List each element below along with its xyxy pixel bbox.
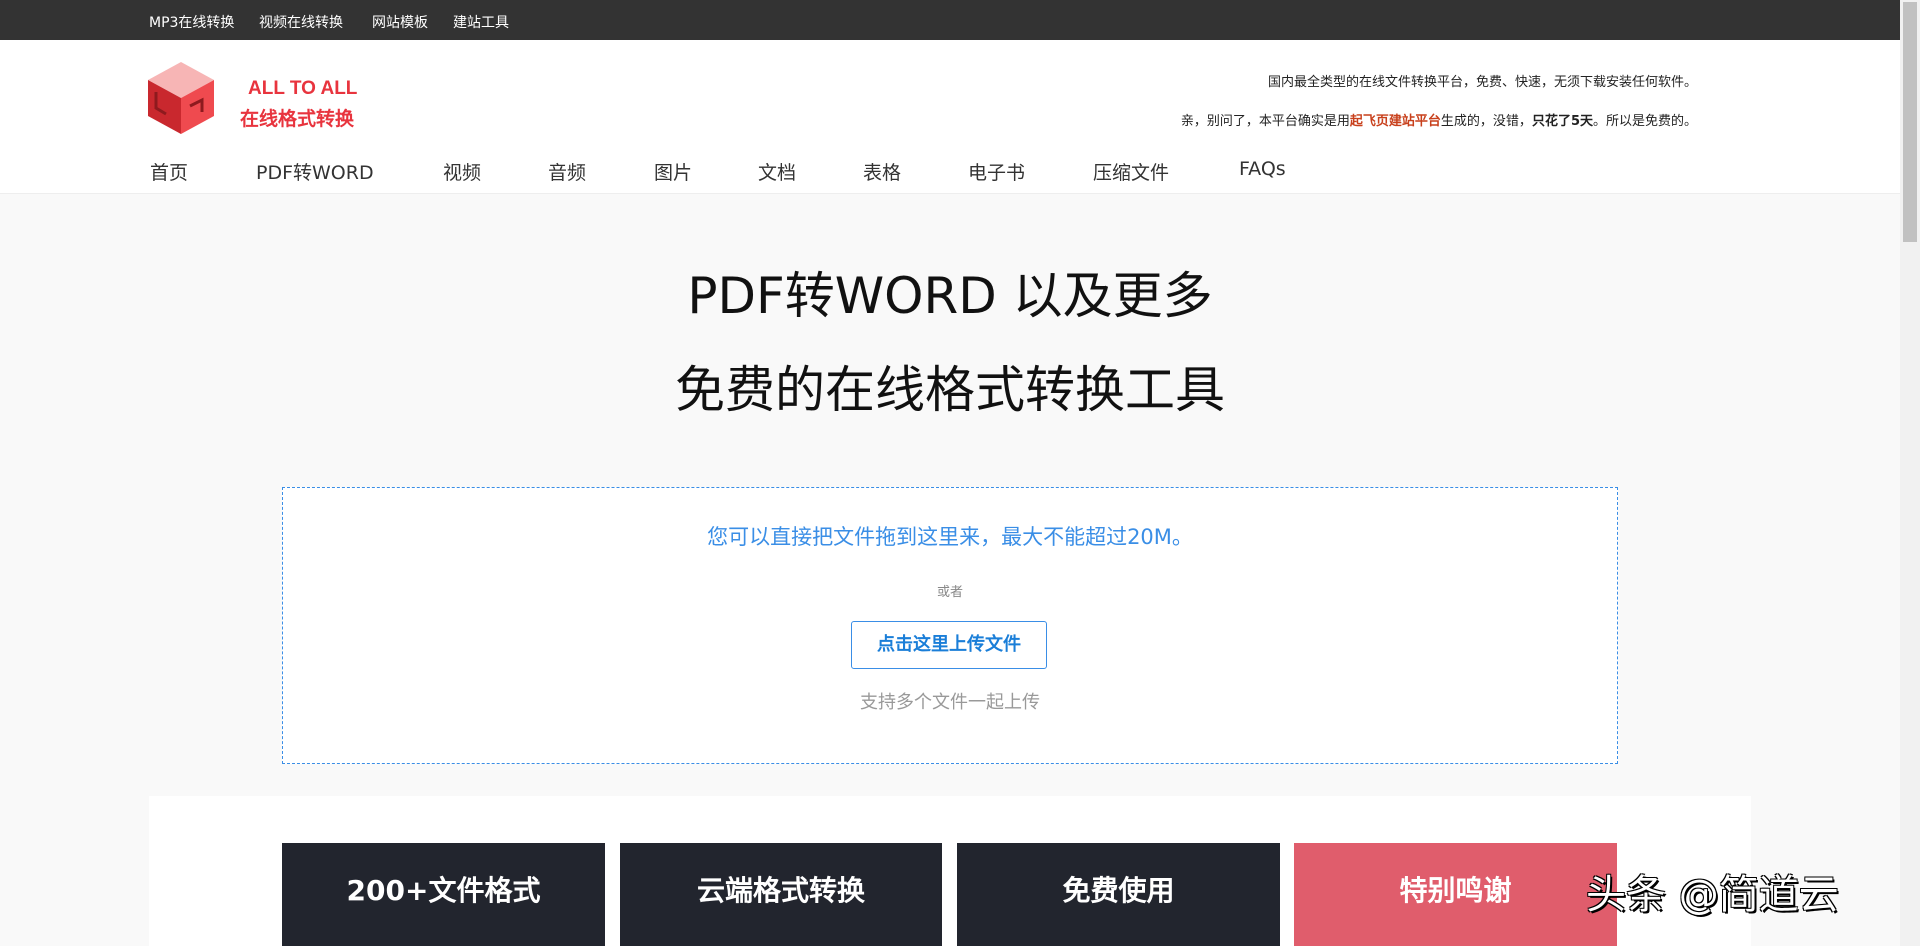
- scrollbar-thumb[interactable]: [1903, 2, 1917, 242]
- topbar-link-tools[interactable]: 建站工具: [453, 12, 509, 32]
- topbar-link-video[interactable]: 视频在线转换: [259, 12, 343, 32]
- topbar-link-mp3[interactable]: MP3在线转换: [149, 12, 234, 32]
- feature-card-free: 免费使用: [957, 843, 1280, 946]
- nav-faqs[interactable]: FAQs: [1239, 158, 1286, 180]
- brand-name: ALL TO ALL: [248, 78, 357, 100]
- tagline-text: 亲，别问了，本平台确实是用: [1181, 114, 1350, 129]
- tagline-text: 生成的，没错，: [1441, 114, 1532, 129]
- logo-cube-icon[interactable]: [148, 62, 214, 134]
- feature-card-thanks: 特别鸣谢: [1294, 843, 1617, 946]
- topbar-link-templates[interactable]: 网站模板: [372, 12, 428, 32]
- nav-archive[interactable]: 压缩文件: [1093, 158, 1169, 185]
- top-bar: MP3在线转换 视频在线转换 网站模板 建站工具: [0, 0, 1900, 40]
- nav-video[interactable]: 视频: [443, 158, 481, 185]
- nav-image[interactable]: 图片: [654, 158, 692, 185]
- tagline-bold: 只花了5天: [1532, 114, 1593, 129]
- file-drop-zone[interactable]: 您可以直接把文件拖到这里来，最大不能超过20M。 或者 点击这里上传文件 支持多…: [282, 487, 1618, 764]
- multi-upload-hint: 支持多个文件一起上传: [283, 688, 1617, 714]
- or-label: 或者: [283, 581, 1617, 600]
- drop-instruction: 您可以直接把文件拖到这里来，最大不能超过20M。: [283, 521, 1617, 551]
- brand-subtitle: 在线格式转换: [240, 104, 354, 131]
- nav-audio[interactable]: 音频: [548, 158, 586, 185]
- qifeiye-link[interactable]: 起飞页建站平台: [1350, 114, 1441, 129]
- nav-home[interactable]: 首页: [150, 158, 188, 185]
- scrollbar[interactable]: [1900, 0, 1920, 946]
- hero-subtitle: 免费的在线格式转换工具: [0, 350, 1900, 422]
- nav-pdf-to-word[interactable]: PDF转WORD: [256, 158, 374, 185]
- nav-spreadsheet[interactable]: 表格: [863, 158, 901, 185]
- tagline-text: 。所以是免费的。: [1593, 114, 1697, 129]
- hero-title: PDF转WORD 以及更多: [0, 256, 1900, 328]
- feature-card-cloud: 云端格式转换: [620, 843, 942, 946]
- feature-card-formats: 200+文件格式: [282, 843, 605, 946]
- tagline-2: 亲，别问了，本平台确实是用起飞页建站平台生成的，没错，只花了5天。所以是免费的。: [1181, 110, 1697, 129]
- nav-document[interactable]: 文档: [758, 158, 796, 185]
- nav-ebook[interactable]: 电子书: [968, 158, 1025, 185]
- watermark: 头条 @简道云: [1586, 862, 1839, 920]
- upload-file-button[interactable]: 点击这里上传文件: [851, 621, 1047, 669]
- tagline-1: 国内最全类型的在线文件转换平台，免费、快速，无须下载安装任何软件。: [1268, 71, 1697, 90]
